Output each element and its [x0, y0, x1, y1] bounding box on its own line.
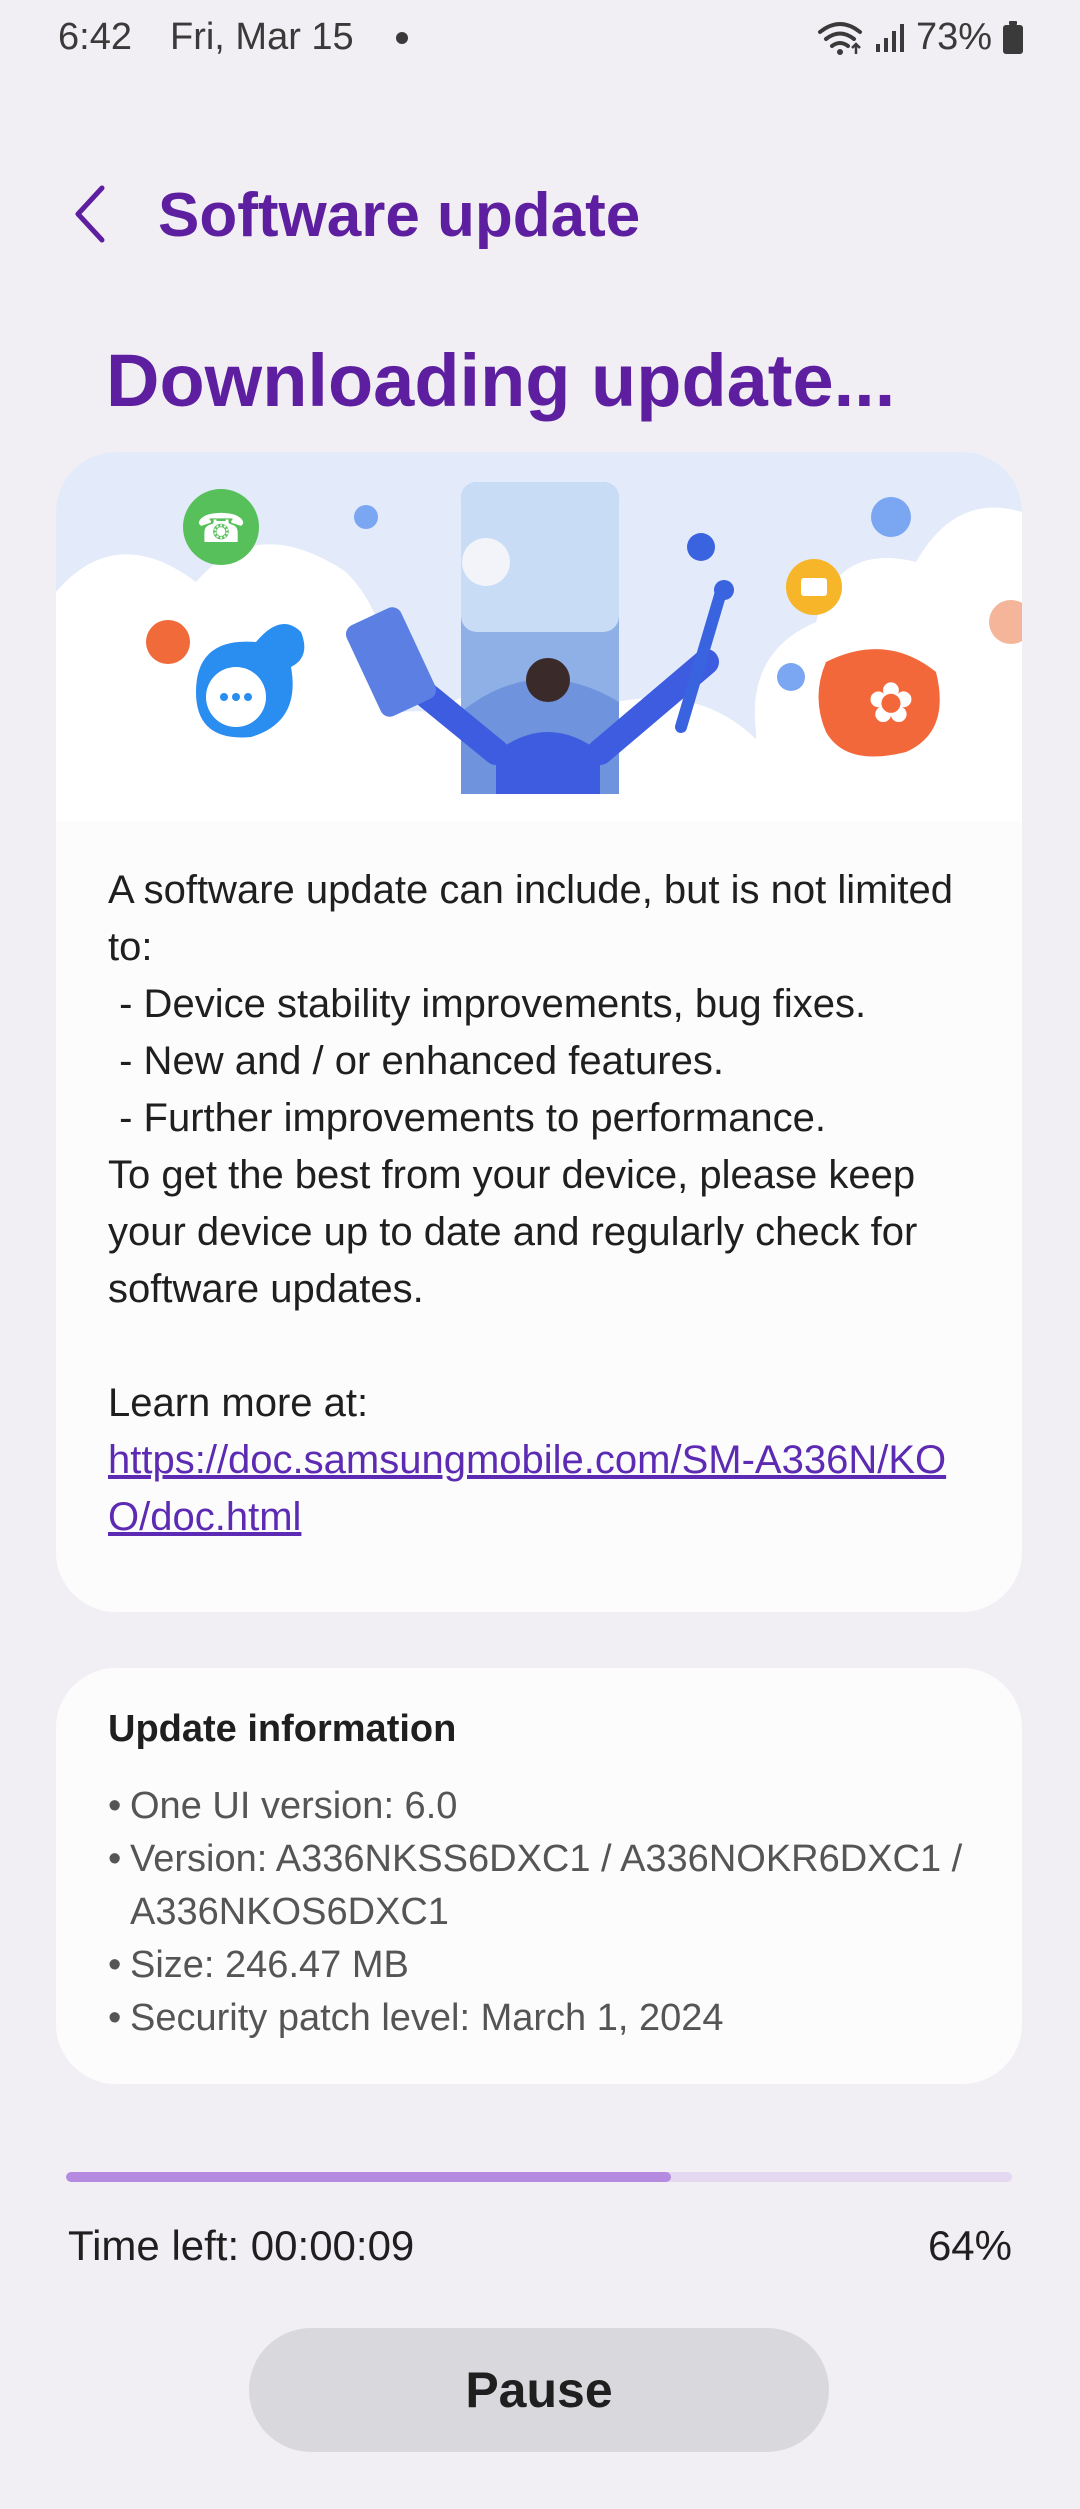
- update-information-list: One UI version: 6.0 Version: A336NKSS6DX…: [108, 1780, 988, 2045]
- notification-dot-icon: [396, 32, 408, 44]
- svg-text:✿: ✿: [868, 671, 915, 736]
- update-description-card: ☎ ✿ A software update can include, but i…: [56, 452, 1022, 1612]
- download-status-heading: Downloading update...: [106, 339, 896, 422]
- pause-button[interactable]: Pause: [249, 2328, 829, 2452]
- download-progress-bar: [66, 2172, 1012, 2182]
- status-date: Fri, Mar 15: [170, 16, 354, 58]
- battery-percent: 73%: [915, 16, 992, 58]
- status-time: 6:42: [58, 16, 132, 58]
- list-item: One UI version: 6.0: [108, 1780, 988, 1833]
- update-information-title: Update information: [108, 1708, 457, 1750]
- back-arrow-icon: [75, 185, 105, 243]
- progress-percent: 64%: [927, 2222, 1012, 2269]
- download-progress-fill: [66, 2172, 672, 2182]
- update-illustration: ☎ ✿: [56, 452, 1022, 822]
- description-text: A software update can include, but is no…: [108, 868, 953, 1425]
- list-item: Size: 246.47 MB: [108, 1939, 988, 1992]
- wifi-icon: [816, 20, 864, 56]
- status-icons: 73%: [816, 16, 1024, 59]
- learn-more-link[interactable]: https://doc.samsungmobile.com/SM-A336N/K…: [108, 1432, 988, 1546]
- battery-icon: [1002, 20, 1024, 55]
- list-item: Version: A336NKSS6DXC1 / A336NOKR6DXC1 /…: [108, 1833, 988, 1939]
- list-item: Security patch level: March 1, 2024: [108, 1992, 988, 2045]
- app-header: Software update: [0, 170, 1080, 260]
- svg-text:☎: ☎: [196, 506, 246, 552]
- back-button[interactable]: [58, 178, 122, 250]
- status-bar: 6:42 Fri, Mar 15 73%: [0, 0, 1080, 80]
- page-title: Software update: [158, 181, 641, 250]
- time-left-label: Time left: 00:00:09: [68, 2222, 415, 2269]
- update-description: A software update can include, but is no…: [108, 862, 988, 1546]
- signal-icon: [874, 22, 906, 54]
- update-information-card: Update information One UI version: 6.0 V…: [56, 1668, 1022, 2084]
